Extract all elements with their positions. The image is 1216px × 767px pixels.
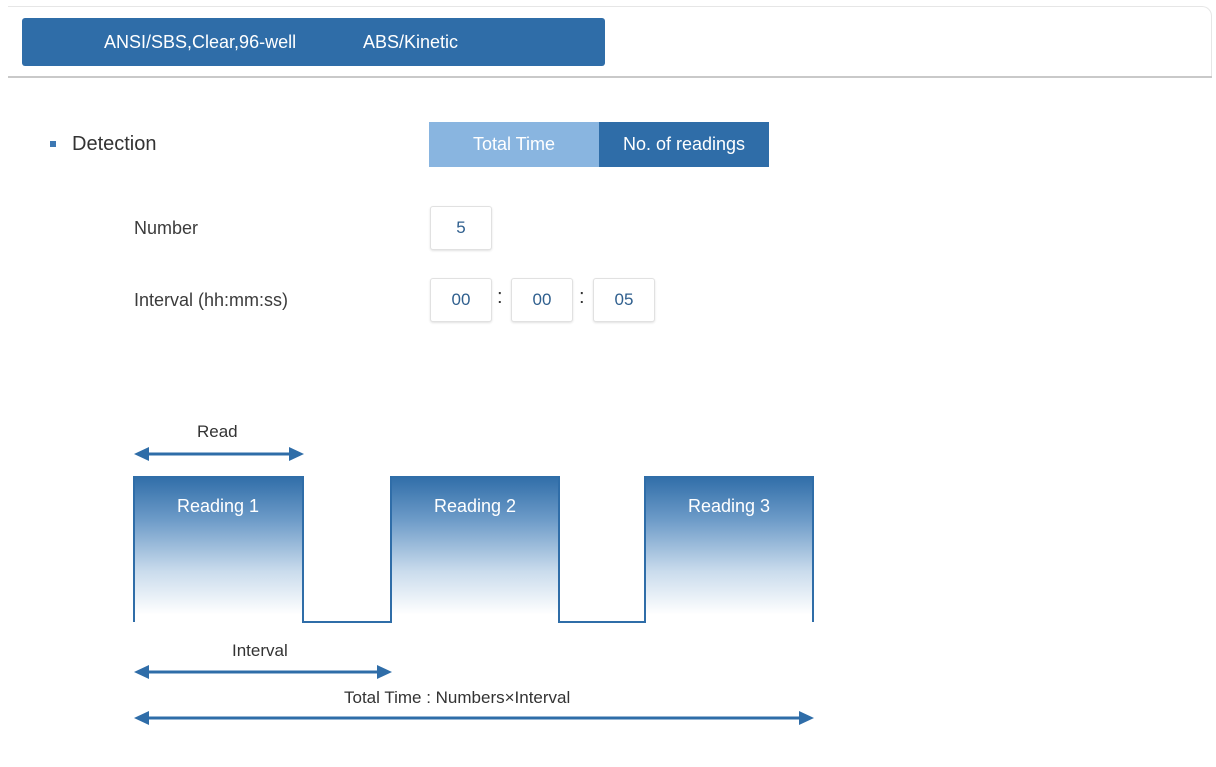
interval-diagram-label: Interval: [232, 641, 288, 660]
read-arrow-icon: [134, 447, 304, 461]
interval-arrow-icon: [134, 665, 392, 679]
kinetic-settings-screen: ANSI/SBS,Clear,96-well ABS/Kinetic Detec…: [0, 0, 1216, 767]
total-time-arrow-icon: [134, 711, 814, 725]
total-time-formula-label: Total Time : Numbers×Interval: [344, 688, 571, 707]
diagram-lines: [133, 447, 814, 725]
gap-line-1: [302, 476, 392, 623]
gap-line-2: [558, 476, 646, 623]
